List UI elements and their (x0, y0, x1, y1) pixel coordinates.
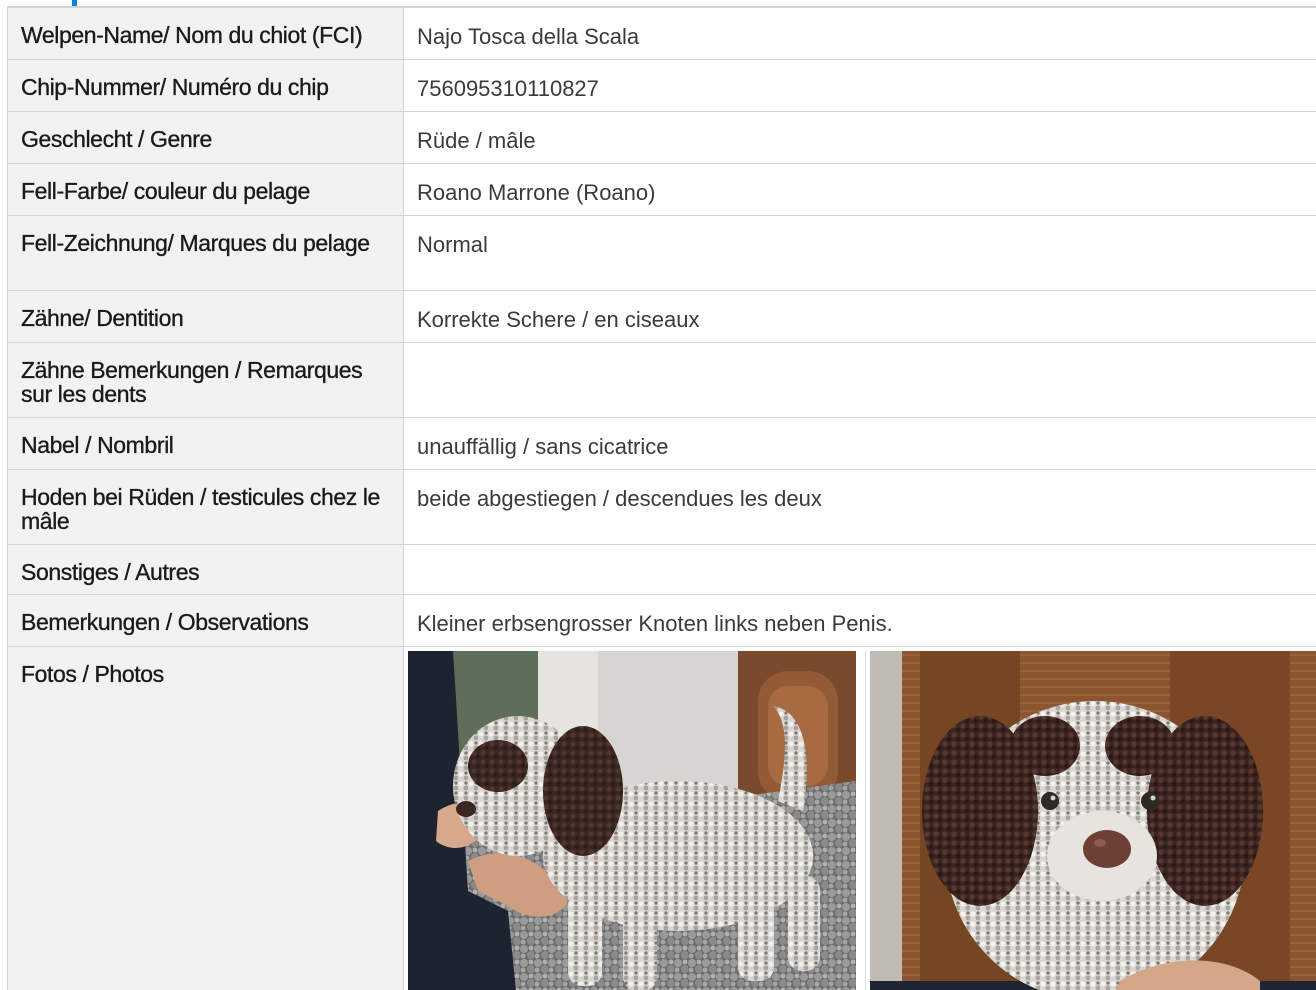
table-row: Chip-Nummer/ Numéro du chip 756095310110… (7, 59, 1316, 112)
table-row: Geschlecht / Genre Rüde / mâle (7, 111, 1316, 164)
row-label: Zähne/ Dentition (7, 290, 404, 343)
row-value (403, 544, 1316, 595)
table-row: Hoden bei Rüden / testicules chez le mâl… (7, 469, 1316, 545)
table-row: Fell-Farbe/ couleur du pelage Roano Marr… (7, 163, 1316, 216)
puppy-photo-portrait[interactable] (865, 651, 1316, 990)
row-value: Korrekte Schere / en ciseaux (403, 290, 1316, 343)
row-label: Fell-Farbe/ couleur du pelage (7, 163, 404, 216)
row-value: 756095310110827 (403, 59, 1316, 112)
row-value: Kleiner erbsengrosser Knoten links neben… (403, 594, 1316, 647)
puppy-face-image (870, 651, 1316, 990)
table-row: Zähne Bemerkungen / Remarques sur les de… (7, 342, 1316, 418)
row-value: Normal (403, 215, 1316, 291)
puppy-info-table: Welpen-Name/ Nom du chiot (FCI) Najo Tos… (7, 7, 1316, 990)
row-label: Nabel / Nombril (7, 417, 404, 470)
row-label: Fotos / Photos (7, 646, 404, 990)
table-row: Nabel / Nombril unauffällig / sans cicat… (7, 417, 1316, 470)
puppy-standing-image (408, 651, 856, 990)
table-row: Fotos / Photos (7, 646, 1316, 990)
row-label: Chip-Nummer/ Numéro du chip (7, 59, 404, 112)
row-label: Geschlecht / Genre (7, 111, 404, 164)
row-label: Fell-Zeichnung/ Marques du pelage (7, 215, 404, 291)
row-value: unauffällig / sans cicatrice (403, 417, 1316, 470)
table-row: Sonstiges / Autres (7, 544, 1316, 595)
row-value: Roano Marrone (Roano) (403, 163, 1316, 216)
row-value: Rüde / mâle (403, 111, 1316, 164)
table-row: Fell-Zeichnung/ Marques du pelage Normal (7, 215, 1316, 291)
photos-cell (403, 646, 1316, 990)
row-value: Najo Tosca della Scala (403, 7, 1316, 60)
table-row: Zähne/ Dentition Korrekte Schere / en ci… (7, 290, 1316, 343)
table-row: Welpen-Name/ Nom du chiot (FCI) Najo Tos… (7, 7, 1316, 60)
row-label: Hoden bei Rüden / testicules chez le mâl… (7, 469, 404, 545)
table-row: Bemerkungen / Observations Kleiner erbse… (7, 594, 1316, 647)
row-label: Bemerkungen / Observations (7, 594, 404, 647)
row-label: Welpen-Name/ Nom du chiot (FCI) (7, 7, 404, 60)
row-value (403, 342, 1316, 418)
row-value: beide abgestiegen / descendues les deux (403, 469, 1316, 545)
puppy-info-panel: Welpen-Name/ Nom du chiot (FCI) Najo Tos… (7, 6, 1316, 990)
puppy-photo-side[interactable] (408, 651, 856, 990)
row-label: Sonstiges / Autres (7, 544, 404, 595)
row-label: Zähne Bemerkungen / Remarques sur les de… (7, 342, 404, 418)
